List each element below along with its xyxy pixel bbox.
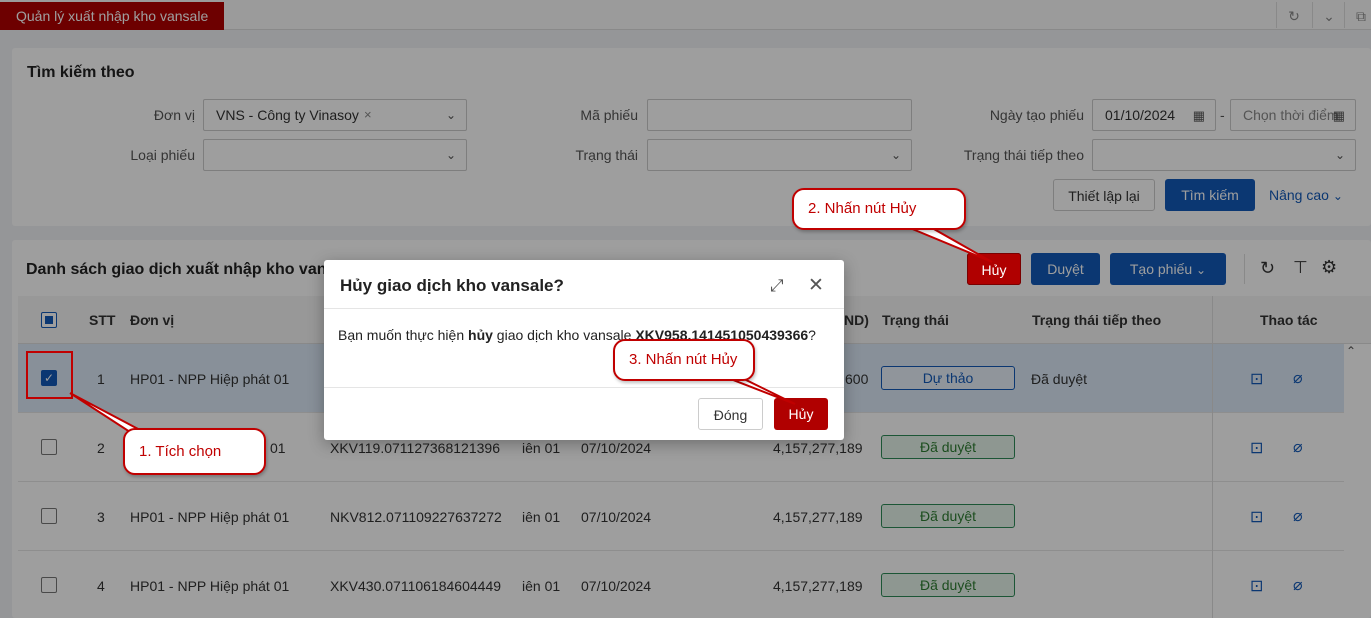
cancel-confirm-dialog: Hủy giao dịch kho vansale? ⤢ ✕ Bạn muốn … — [324, 260, 844, 440]
dialog-divider — [324, 387, 844, 388]
dialog-message-middle: giao dịch kho vansale — [492, 327, 636, 343]
dialog-divider — [324, 308, 844, 309]
dialog-message-prefix: Bạn muốn thực hiện — [338, 327, 469, 343]
fullscreen-icon[interactable]: ⤢ — [770, 276, 784, 296]
callout-step-1: 1. Tích chọn — [123, 428, 266, 475]
dialog-title: Hủy giao dịch kho vansale? — [340, 276, 564, 295]
dialog-message-action: hủy — [468, 327, 493, 343]
dialog-message-suffix: ? — [808, 327, 816, 343]
checkbox-highlight-box — [26, 351, 73, 399]
callout-step-2: 2. Nhấn nút Hủy — [792, 188, 966, 230]
cancel-button-highlight[interactable]: Hủy — [967, 253, 1021, 285]
dialog-close-button[interactable]: Đóng — [698, 398, 763, 430]
callout-step-3: 3. Nhấn nút Hủy — [613, 339, 755, 381]
close-icon[interactable]: ✕ — [808, 274, 824, 297]
dialog-confirm-cancel-button[interactable]: Hủy — [774, 398, 828, 430]
